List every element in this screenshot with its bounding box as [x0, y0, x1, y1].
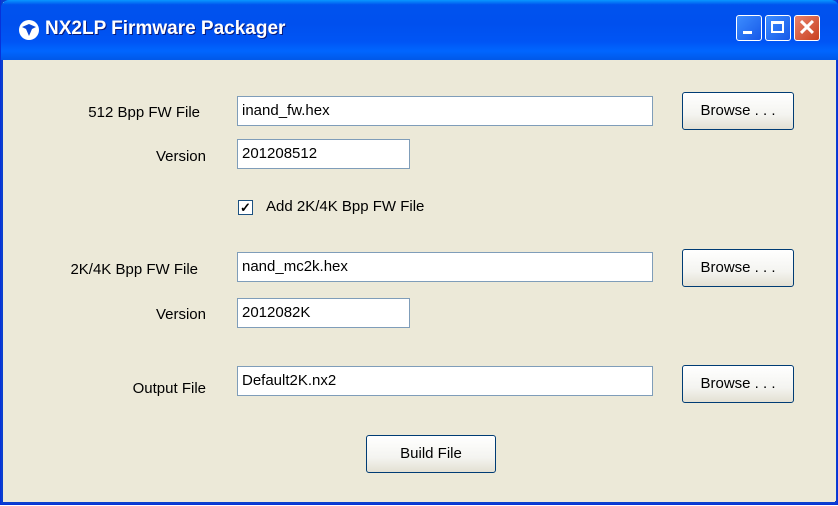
fw512-file-input[interactable]: inand_fw.hex: [237, 96, 653, 126]
fw512-browse-button[interactable]: Browse . . .: [682, 92, 794, 130]
fw2k-file-label: 2K/4K Bpp FW File: [70, 261, 198, 278]
fw512-version-input[interactable]: 201208512: [237, 139, 410, 169]
minimize-button[interactable]: [736, 15, 762, 41]
maximize-button[interactable]: [765, 15, 791, 41]
app-logo-icon: [19, 20, 39, 40]
output-file-label: Output File: [132, 380, 206, 397]
fw2k-file-input[interactable]: nand_mc2k.hex: [237, 252, 653, 282]
fw512-file-label: 512 Bpp FW File: [88, 104, 200, 121]
title-bar[interactable]: NX2LP Firmware Packager ✕: [1, 0, 838, 60]
fw2k-version-input[interactable]: 2012082K: [237, 298, 410, 328]
minimize-icon: [743, 31, 752, 34]
build-file-button[interactable]: Build File: [366, 435, 496, 473]
window-title: NX2LP Firmware Packager: [45, 18, 286, 39]
fw2k-browse-button[interactable]: Browse . . .: [682, 249, 794, 287]
output-browse-button[interactable]: Browse . . .: [682, 365, 794, 403]
form-area: 512 Bpp FW File inand_fw.hex Browse . . …: [4, 60, 836, 501]
close-button[interactable]: ✕: [794, 15, 820, 41]
maximize-icon: [771, 21, 784, 33]
close-icon: ✕: [797, 15, 817, 40]
add-2k-checkbox-label[interactable]: Add 2K/4K Bpp FW File: [266, 198, 424, 215]
add-2k-checkbox[interactable]: ✓: [238, 200, 253, 215]
output-file-input[interactable]: Default2K.nx2: [237, 366, 653, 396]
fw2k-version-label: Version: [155, 306, 206, 323]
fw512-version-label: Version: [155, 148, 206, 165]
app-window: NX2LP Firmware Packager ✕ 512 Bpp FW Fil…: [0, 0, 838, 505]
